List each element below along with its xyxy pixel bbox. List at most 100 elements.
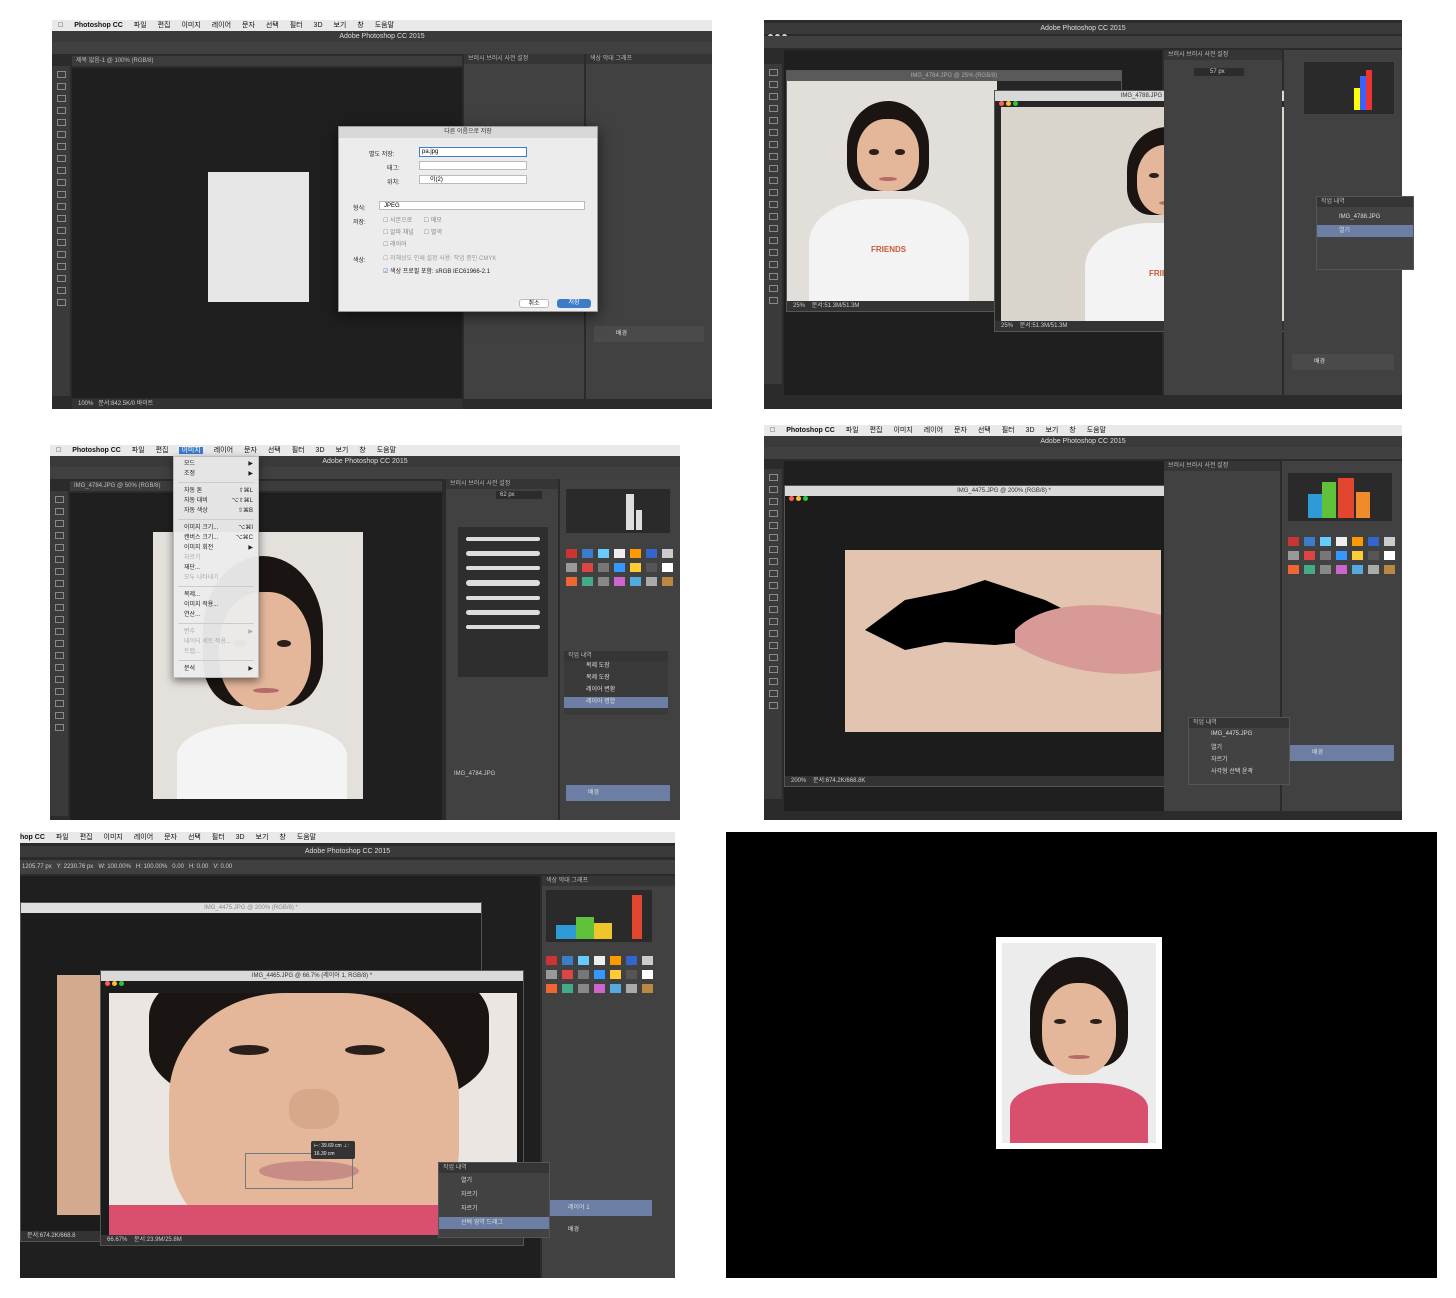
doc-title[interactable]: IMG_4475.JPG @ 200% (RGB/8) * [785, 486, 1223, 496]
menu-item[interactable]: 캔버스 크기... ⌥⌘C [174, 533, 258, 543]
cmyk-option[interactable]: ☐ 저해상도 인쇄 설정 사용: 작업 중인 CMYK [383, 253, 496, 262]
filename-input[interactable]: pa.jpg [419, 147, 527, 157]
style-swatch[interactable] [1288, 551, 1299, 560]
menu-view[interactable]: 보기 [256, 834, 269, 841]
app-menu[interactable]: Photoshop CC [786, 427, 835, 434]
style-swatch[interactable] [626, 984, 637, 993]
menu-item[interactable]: 이미지 크기... ⌥⌘I [174, 523, 258, 533]
tools-panel[interactable] [764, 469, 782, 799]
style-swatch[interactable] [582, 549, 593, 558]
history-item-marquee[interactable]: 사각형 선택 윤곽 [1189, 766, 1253, 778]
style-swatch[interactable] [662, 563, 673, 572]
right-panels[interactable]: 색상 막대 그래프 배경 [586, 54, 712, 399]
layer-background[interactable]: 배경 [594, 326, 704, 342]
history-item-2[interactable]: 복제 도장 [564, 673, 610, 684]
style-swatch[interactable] [630, 563, 641, 572]
menu-window[interactable]: 창 [279, 834, 285, 841]
style-swatch[interactable] [1304, 551, 1315, 560]
style-swatch[interactable] [582, 563, 593, 572]
menu-3d[interactable]: 3D [316, 447, 325, 454]
menu-filter[interactable]: 필터 [212, 834, 225, 841]
menu-layer[interactable]: 레이어 [212, 22, 231, 29]
styles-swatches[interactable] [546, 956, 653, 993]
layer-background[interactable]: 배경 [566, 785, 670, 801]
menu-view[interactable]: 보기 [335, 447, 348, 454]
style-swatch[interactable] [566, 549, 577, 558]
style-swatch[interactable] [630, 577, 641, 586]
styles-swatches[interactable] [566, 549, 673, 586]
h-field[interactable]: H: 100.00% [136, 864, 167, 870]
style-swatch[interactable] [1368, 565, 1379, 574]
menu-item[interactable]: 재단... [174, 563, 258, 573]
history-item-crop[interactable]: 자르기 [1189, 754, 1228, 766]
right-panels[interactable]: 작업 내역 복제 도장 복제 도장 레이어 변환 레이어 병합 배경 [560, 479, 680, 820]
transform-options-bar[interactable]: 1205.77 px Y: 2230.76 px W: 100.00% H: 1… [20, 860, 675, 874]
options-bar[interactable] [764, 447, 1402, 459]
menu-type[interactable]: 문자 [164, 834, 177, 841]
style-swatch[interactable] [1320, 551, 1331, 560]
options-bar[interactable] [764, 36, 1402, 48]
style-swatch[interactable] [1352, 551, 1363, 560]
back-doc-title[interactable]: IMG_4475.JPG @ 200% (RGB/8) * [21, 903, 481, 913]
menu-item[interactable]: 조정 ▶ [174, 469, 258, 479]
menu-item[interactable]: 연산... [174, 610, 258, 620]
menu-edit[interactable]: 편집 [156, 447, 169, 454]
menu-help[interactable]: 도움말 [297, 834, 316, 841]
app-menu[interactable]: hop CC [20, 834, 45, 841]
style-swatch[interactable] [626, 956, 637, 965]
menu-item[interactable]: 자동 톤 ⇧⌘L [174, 486, 258, 496]
menu-help[interactable]: 도움말 [1087, 427, 1106, 434]
style-swatch[interactable] [562, 956, 573, 965]
brush-panel[interactable]: 브러시 브러시 사전 설정 62 px IMG_4784.JPG [446, 479, 558, 820]
menu-image[interactable]: 이미지 [893, 427, 912, 434]
menu-3d[interactable]: 3D [236, 834, 245, 841]
brush-panel-tabs[interactable]: 브러시 브러시 사전 설정 [1164, 50, 1282, 60]
doc1-title[interactable]: IMG_4784.JPG @ 25% (RGB/8) [787, 71, 1121, 81]
options-bar[interactable] [52, 42, 712, 54]
style-swatch[interactable] [562, 984, 573, 993]
menu-edit[interactable]: 편집 [158, 22, 171, 29]
history-item-crop-1[interactable]: 자르기 [439, 1189, 478, 1201]
style-swatch[interactable] [614, 577, 625, 586]
x-field[interactable]: 1205.77 px [22, 864, 52, 870]
layer-background[interactable]: 배경 [1290, 745, 1394, 761]
menu-image[interactable]: 이미지 [181, 22, 200, 29]
style-swatch[interactable] [1368, 551, 1379, 560]
menu-item[interactable]: 이미지 회전 ▶ [174, 543, 258, 553]
menu-filter[interactable]: 필터 [292, 447, 305, 454]
style-swatch[interactable] [598, 577, 609, 586]
style-swatch[interactable] [610, 970, 621, 979]
style-swatch[interactable] [610, 956, 621, 965]
style-swatch[interactable] [1336, 537, 1347, 546]
menu-help[interactable]: 도움말 [375, 22, 394, 29]
style-swatch[interactable] [642, 956, 653, 965]
menu-select[interactable]: 선택 [188, 834, 201, 841]
save-options[interactable]: ☐ 사본으로 ☐ 메모 ☐ 알파 채널 ☐ 별색 ☐ 레이어 [383, 215, 442, 251]
y-field[interactable]: Y: 2230.76 px [57, 864, 94, 870]
image-menu-dropdown[interactable]: 모드 ▶ 조정 ▶ 자동 톤 ⇧⌘L 자동 대비 ⌥⇧⌘L 자동 색상 ⇧⌘B 이미지 크기... ⌥… [173, 456, 259, 678]
style-swatch[interactable] [1336, 551, 1347, 560]
style-swatch[interactable] [1336, 565, 1347, 574]
style-swatch[interactable] [562, 970, 573, 979]
tools-panel[interactable] [52, 66, 70, 396]
style-swatch[interactable] [626, 970, 637, 979]
menu-edit[interactable]: 편집 [80, 834, 93, 841]
style-swatch[interactable] [594, 956, 605, 965]
app-menu[interactable]: Photoshop CC [74, 22, 123, 29]
menu-type[interactable]: 문자 [244, 447, 257, 454]
doc-window-controls[interactable] [789, 488, 810, 506]
doc-title[interactable]: IMG_4465.JPG @ 66.7% (레이어 1, RGB/8) * [101, 971, 523, 981]
right-panels[interactable]: 배경 [1282, 461, 1402, 811]
menu-type[interactable]: 문자 [242, 22, 255, 29]
brush-panel-tabs[interactable]: 브러시 브러시 사전 설정 [1164, 461, 1280, 471]
history-item-3[interactable]: 레이어 변환 [564, 685, 615, 696]
style-swatch[interactable] [578, 970, 589, 979]
style-swatch[interactable] [598, 563, 609, 572]
menu-image[interactable]: 이미지 [104, 834, 123, 841]
brush-size-field[interactable]: 57 px [1194, 68, 1244, 76]
style-swatch[interactable] [1320, 537, 1331, 546]
menu-select[interactable]: 선택 [266, 22, 279, 29]
layer-1[interactable]: 레이어 1 [546, 1200, 652, 1216]
style-swatch[interactable] [646, 549, 657, 558]
history-panel[interactable]: 작업 내역 IMG_4475.JPG 열기 자르기 사각형 선택 윤곽 [1188, 717, 1290, 785]
